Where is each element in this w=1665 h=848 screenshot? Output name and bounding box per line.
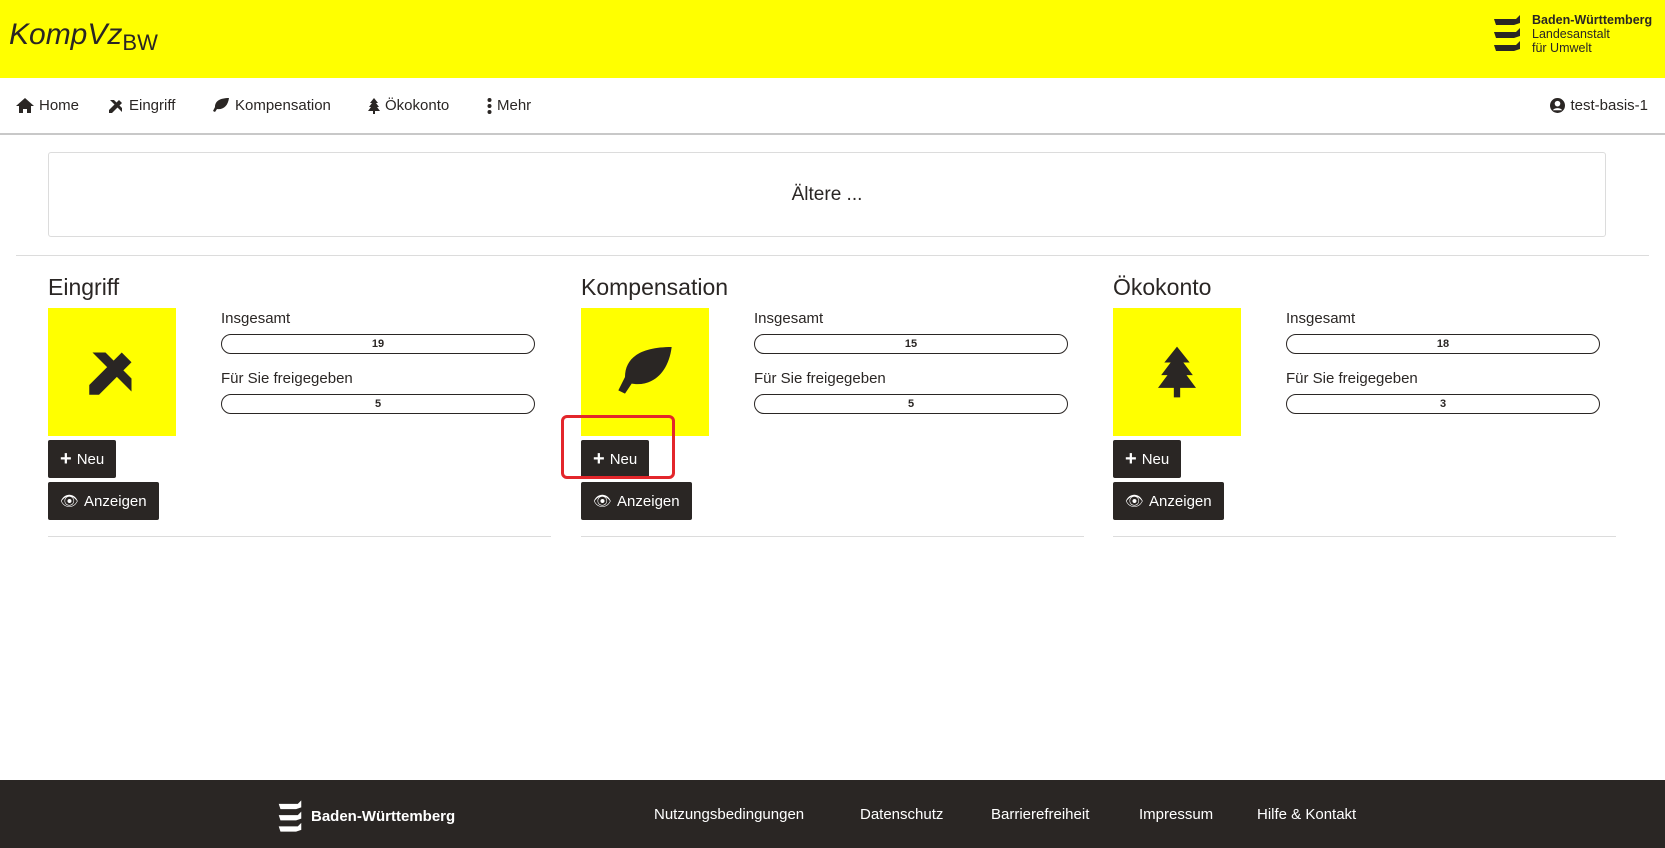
nav-home[interactable]: Home bbox=[16, 97, 79, 114]
pencil-ruler-icon bbox=[109, 99, 122, 113]
plus-icon: + bbox=[60, 447, 72, 470]
header: KompVzBW Baden-Württemberg Landesanstalt f… bbox=[0, 0, 1665, 78]
footer-logo[interactable]: Baden-Württemberg bbox=[277, 798, 455, 834]
agency-logo: Baden-Württemberg Landesanstalt für Umwelt bbox=[1492, 13, 1652, 55]
shared-label: Für Sie freigegeben bbox=[1286, 370, 1418, 387]
new-oekokonto-button[interactable]: + Neu bbox=[1113, 440, 1182, 478]
footer-link-impressum[interactable]: Impressum bbox=[1139, 806, 1213, 823]
eye-icon: 👁 bbox=[1125, 493, 1145, 510]
nav-label: Home bbox=[39, 97, 80, 114]
home-icon bbox=[16, 98, 34, 113]
total-label: Insgesamt bbox=[1286, 310, 1356, 327]
footer-link-barrierefreiheit[interactable]: Barrierefreiheit bbox=[991, 806, 1089, 823]
tree-icon bbox=[368, 97, 380, 114]
logo-sub: BW bbox=[122, 30, 158, 55]
button-label: Neu bbox=[1141, 450, 1170, 468]
tree-icon bbox=[1158, 346, 1196, 398]
main-nav: Home Eingriff Kompensation Ökokonto Mehr… bbox=[0, 78, 1665, 135]
app-logo[interactable]: KompVzBW bbox=[9, 18, 158, 56]
username: test-basis-1 bbox=[1570, 97, 1648, 114]
pencil-ruler-icon bbox=[89, 352, 132, 395]
nav-label: Kompensation bbox=[235, 97, 331, 114]
footer-link-hilfe-kontakt[interactable]: Hilfe & Kontakt bbox=[1257, 806, 1356, 823]
section-title: Ökokonto bbox=[1113, 274, 1212, 300]
total-count: 18 bbox=[1286, 334, 1600, 354]
section-tile bbox=[1113, 308, 1241, 436]
coat-of-arms-icon bbox=[1494, 15, 1520, 51]
section-title: Eingriff bbox=[48, 274, 120, 300]
older-items-link[interactable]: Ältere ... bbox=[48, 152, 1606, 237]
footer: Baden-Württemberg Nutzungsbedingungen Da… bbox=[0, 780, 1665, 848]
nav-mehr[interactable]: Mehr bbox=[487, 97, 531, 114]
plus-icon: + bbox=[593, 447, 605, 470]
section-kompensation: Kompensation Insgesamt 15 Für Sie freigege… bbox=[581, 270, 1084, 537]
button-label: Anzeigen bbox=[1149, 492, 1212, 510]
nav-kompensation[interactable]: Kompensation bbox=[212, 97, 331, 114]
button-label: Neu bbox=[76, 450, 105, 468]
total-label: Insgesamt bbox=[221, 310, 291, 327]
new-kompensation-button[interactable]: + Neu bbox=[581, 440, 650, 478]
agency-name-2: für Umwelt bbox=[1532, 41, 1592, 55]
user-circle-icon bbox=[1550, 98, 1566, 113]
total-label: Insgesamt bbox=[754, 310, 824, 327]
button-label: Neu bbox=[609, 450, 638, 468]
nav-oekokonto[interactable]: Ökokonto bbox=[368, 97, 449, 114]
section-eingriff: Eingriff Insgesamt 19 Für Sie freigegeben 5… bbox=[48, 270, 551, 537]
ellipsis-vertical-icon bbox=[487, 97, 492, 114]
footer-brand: Baden-Württemberg bbox=[311, 807, 456, 825]
total-count: 19 bbox=[221, 334, 535, 354]
section-oekokonto: Ökokonto Insgesamt 18 Für Sie freigegeben 3… bbox=[1113, 270, 1616, 537]
plus-icon: + bbox=[1125, 447, 1137, 470]
agency-name-1: Landesanstalt bbox=[1532, 27, 1610, 41]
nav-label: Mehr bbox=[497, 97, 532, 114]
eye-icon: 👁 bbox=[60, 493, 80, 510]
section-title: Kompensation bbox=[581, 274, 729, 300]
show-oekokonto-button[interactable]: 👁 Anzeigen bbox=[1113, 482, 1224, 520]
shared-count: 3 bbox=[1286, 394, 1600, 414]
total-count: 15 bbox=[754, 334, 1068, 354]
older-label: Ältere ... bbox=[791, 183, 863, 205]
leaf-icon bbox=[213, 98, 229, 112]
agency-state: Baden-Württemberg bbox=[1532, 13, 1653, 27]
shared-count: 5 bbox=[221, 394, 535, 414]
button-label: Anzeigen bbox=[84, 492, 147, 510]
divider bbox=[16, 255, 1649, 256]
shared-count: 5 bbox=[754, 394, 1068, 414]
footer-link-nutzungsbedingungen[interactable]: Nutzungsbedingungen bbox=[654, 806, 804, 823]
section-tile bbox=[581, 308, 709, 436]
eye-icon: 👁 bbox=[593, 493, 613, 510]
logo-main: KompVz bbox=[9, 18, 123, 51]
user-menu[interactable]: test-basis-1 bbox=[1550, 97, 1648, 114]
leaf-icon bbox=[618, 347, 672, 394]
footer-link-datenschutz[interactable]: Datenschutz bbox=[860, 806, 943, 823]
show-kompensation-button[interactable]: 👁 Anzeigen bbox=[581, 482, 692, 520]
nav-label: Ökokonto bbox=[385, 97, 450, 114]
nav-eingriff[interactable]: Eingriff bbox=[108, 97, 175, 114]
section-tile bbox=[48, 308, 176, 436]
show-eingriff-button[interactable]: 👁 Anzeigen bbox=[48, 482, 159, 520]
nav-label: Eingriff bbox=[129, 97, 176, 114]
new-eingriff-button[interactable]: + Neu bbox=[48, 440, 117, 478]
button-label: Anzeigen bbox=[617, 492, 680, 510]
shared-label: Für Sie freigegeben bbox=[221, 370, 353, 387]
shared-label: Für Sie freigegeben bbox=[754, 370, 886, 387]
coat-of-arms-icon bbox=[278, 800, 302, 832]
